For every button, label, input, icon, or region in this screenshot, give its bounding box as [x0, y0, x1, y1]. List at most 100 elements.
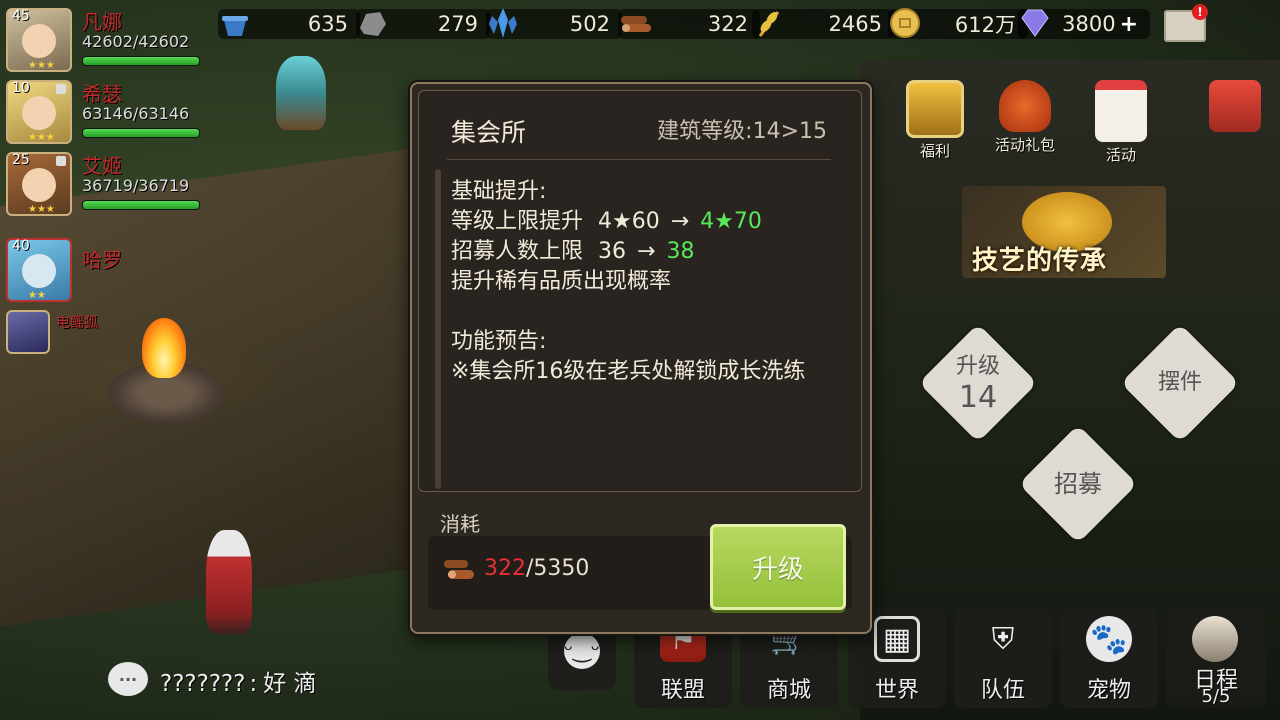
dialog-title: 集会所 — [451, 118, 527, 147]
chat-message[interactable]: ???????: 好 滴 — [160, 664, 317, 698]
event-button[interactable]: 活动 — [1086, 80, 1156, 164]
arrow-icon: → — [637, 239, 656, 264]
pet-card[interactable]: 电鳐狐 — [6, 306, 206, 372]
upgrade-diamond-level: 14 — [958, 380, 998, 416]
stone-icon — [356, 6, 390, 40]
nav-alliance-label: 联盟 — [660, 678, 705, 703]
dialog-divider — [447, 159, 831, 160]
player-character[interactable] — [206, 530, 252, 634]
map-icon: ▦ — [874, 616, 920, 662]
hero-hp: 36719/36719 — [82, 176, 190, 195]
resource-coin-value: 612万 — [954, 13, 1016, 37]
building-upgrade-dialog: 集会所 建筑等级:14>15 基础提升: 等级上限提升 4★60 → 4★70 … — [410, 82, 872, 634]
recruit-diamond-label: 招募 — [1054, 470, 1102, 498]
pet-portrait — [6, 310, 50, 354]
upgrade-button[interactable]: 升级 — [710, 524, 846, 610]
resource-diamond-value: 3800 — [1062, 12, 1116, 36]
lock-icon — [56, 156, 66, 166]
feature-notice: ※集会所16级在老兵处解锁成长洗练 — [451, 359, 806, 384]
schedule-character-icon — [1192, 616, 1238, 662]
level-cap-line: 等级上限提升 4★60 → 4★70 — [451, 207, 851, 237]
decor-diamond-label: 摆件 — [1157, 370, 1202, 395]
dialog-info-panel: 集会所 建筑等级:14>15 基础提升: 等级上限提升 4★60 → 4★70 … — [418, 90, 862, 492]
coin-icon — [888, 6, 922, 40]
lock-icon — [56, 84, 66, 94]
cost-need: 5350 — [533, 556, 590, 581]
nav-team[interactable]: ⛨ 队伍 — [954, 608, 1052, 708]
recruit-cap-line: 招募人数上限 36 → 38 — [451, 237, 851, 267]
section-preview-title: 功能预告: — [451, 329, 547, 354]
avatar-icon — [1209, 80, 1261, 132]
hero-card[interactable]: 40 ★★ 哈罗 — [6, 234, 206, 302]
pet-name: 电鳐狐 — [56, 315, 98, 331]
hero-card[interactable]: 10 ★★★ 希瑟 63146/63146 — [6, 76, 206, 144]
building-level: 建筑等级:14>15 — [657, 119, 827, 144]
arrow-icon: → — [670, 209, 690, 234]
hero-name: 希瑟 — [82, 82, 122, 106]
upgrade-diamond-text: 升级 — [955, 354, 1000, 379]
avatar-button[interactable] — [1200, 80, 1270, 156]
resource-diamond[interactable]: 3800 + — [1018, 8, 1150, 40]
rarity-line: 提升稀有品质出现概率 — [451, 269, 672, 294]
resource-wheat-value: 2465 — [828, 12, 882, 36]
resource-pot-value: 635 — [307, 12, 348, 36]
welfare-button[interactable]: 福利 — [900, 80, 970, 160]
mail-badge: ! — [1192, 4, 1208, 20]
nav-pet-label: 宠物 — [1086, 678, 1131, 703]
hero-hp-bar — [82, 200, 200, 210]
resource-crystal-value: 502 — [569, 12, 610, 36]
hero-hp: 63146/63146 — [82, 104, 190, 123]
cost-have: 322 — [484, 556, 526, 581]
hero-card[interactable]: 25 ★★★ 艾姬 36719/36719 — [6, 148, 206, 216]
nav-pet[interactable]: 🐾 宠物 — [1060, 608, 1158, 708]
pot-icon — [218, 6, 252, 40]
nav-shop-label: 商城 — [766, 678, 811, 703]
upgrade-details: 基础提升: 等级上限提升 4★60 → 4★70 招募人数上限 36 → 38 … — [451, 177, 851, 387]
nav-schedule-count: 5/5 — [1201, 686, 1231, 707]
wood-icon — [618, 6, 652, 40]
resource-wheat: 2465 — [752, 8, 894, 40]
wheat-icon — [752, 6, 786, 40]
smile-icon: ᵕ‿ᵕ — [564, 633, 600, 669]
hero-level: 25 — [12, 152, 30, 168]
hero-name: 艾姬 — [82, 154, 122, 178]
chat-bubble-icon[interactable]: ··· — [108, 662, 148, 696]
event-gift-label: 活动礼包 — [994, 136, 1055, 154]
hero-stars: ★★ — [28, 290, 46, 301]
hero-hp: 42602/42602 — [82, 32, 190, 51]
wood-icon — [442, 556, 476, 584]
chat-separator: : — [249, 671, 258, 697]
hero-stars: ★★★ — [28, 204, 55, 215]
gift-bag-icon — [999, 80, 1051, 132]
npc-character[interactable] — [276, 56, 326, 130]
resource-wood-value: 322 — [707, 12, 748, 36]
chat-sender: ??????? — [160, 671, 246, 697]
hero-hp-bar — [82, 128, 200, 138]
resource-stone: 279 — [356, 8, 490, 40]
event-label: 活动 — [1105, 146, 1136, 164]
resource-wood: 322 — [618, 8, 760, 40]
hero-name: 凡娜 — [82, 10, 122, 34]
resource-coin: 612万 — [888, 8, 1028, 40]
recruit-cap-from: 36 — [598, 239, 627, 264]
hero-card[interactable]: 45 ★★★ 凡娜 42602/42602 — [6, 4, 206, 72]
section-basic-title: 基础提升: — [451, 179, 547, 204]
calendar-icon — [1095, 80, 1147, 142]
paw-icon: 🐾 — [1086, 616, 1132, 662]
hero-stars: ★★★ — [28, 60, 55, 71]
welfare-label: 福利 — [919, 142, 950, 160]
event-banner-text[interactable]: 技艺的传承 — [972, 240, 1107, 277]
recruit-cap-label: 招募人数上限 — [451, 239, 584, 264]
team-icon: ⛨ — [991, 621, 1015, 657]
nav-schedule[interactable]: 日程 5/5 — [1166, 608, 1266, 708]
add-diamond-icon[interactable]: + — [1120, 12, 1138, 37]
dialog-scrollbar[interactable] — [435, 169, 441, 489]
resource-stone-value: 279 — [437, 12, 478, 36]
upgrade-diamond-label: 升级 14 — [938, 354, 1018, 416]
hero-level: 10 — [12, 80, 30, 96]
nav-team-label: 队伍 — [980, 678, 1025, 703]
chat-text: 好 滴 — [263, 671, 317, 697]
event-gift-button[interactable]: 活动礼包 — [990, 80, 1060, 156]
crystal-icon — [486, 6, 520, 40]
